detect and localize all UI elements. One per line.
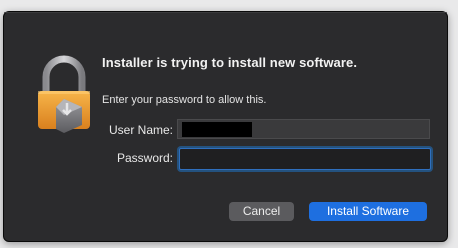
user-name-label: User Name: <box>108 123 173 137</box>
redacted-user-name <box>182 122 252 137</box>
user-name-field[interactable] <box>177 119 430 139</box>
cancel-button[interactable]: Cancel <box>229 202 294 221</box>
password-field[interactable] <box>179 148 431 170</box>
dialog-title: Installer is trying to install new softw… <box>102 55 358 70</box>
password-label: Password: <box>116 151 173 165</box>
padlock-icon <box>38 55 90 133</box>
install-software-button[interactable]: Install Software <box>309 202 427 221</box>
dialog-subtitle: Enter your password to allow this. <box>102 94 267 106</box>
dialog-top-highlight <box>4 12 447 13</box>
auth-dialog: Installer is trying to install new softw… <box>3 11 448 242</box>
